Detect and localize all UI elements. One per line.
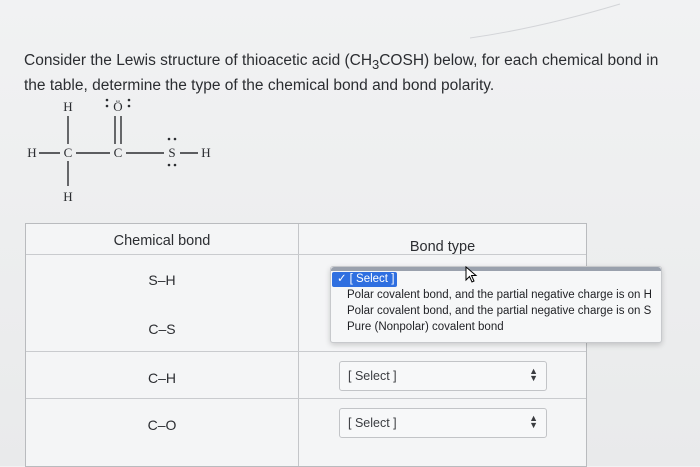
bond-label: C–O [147,417,177,433]
select-top-edge [331,267,661,271]
bond-type-select-co[interactable]: [ Select ] ▲ ▼ [339,408,547,438]
question-text-part1: Consider the Lewis structure of thioacet… [24,52,373,69]
checkmark-icon: ✓ [337,273,347,285]
atom-c2: C [114,145,123,160]
lone-pair-dot [105,98,109,102]
bond-label: C–H [147,370,176,386]
up-down-arrows-icon: ▲ ▼ [529,366,538,383]
bond-label: C–S [148,321,176,337]
bond-table: Chemical bond Bond type S–H C–S C–H C–O … [25,223,587,467]
header-chemical-bond: Chemical bond [113,233,211,249]
atom-h-top: H [63,99,72,114]
row-divider [26,254,586,255]
atom-h-right: H [201,145,210,160]
atom-s: S [168,145,175,160]
bond-type-select-ch[interactable]: [ Select ] ▲ ▼ [339,361,547,391]
dropdown-option-polar-s[interactable]: Polar covalent bond, and the partial neg… [347,304,655,319]
row-divider [26,351,586,352]
bond-label: S–H [148,272,176,288]
background-stroke [470,3,621,39]
atom-h-left: H [27,145,36,160]
up-down-arrows-icon: ▲ ▼ [529,413,538,430]
dropdown-option-nonpolar[interactable]: Pure (Nonpolar) covalent bond [347,320,655,335]
lone-pair-dot [105,104,109,108]
select-value: [ Select ] [348,416,397,430]
dropdown-option-label: [ Select ] [349,273,395,285]
question-text: Consider the Lewis structure of thioacet… [24,50,674,96]
atom-h-bottom: H [63,189,72,204]
select-value: [ Select ] [348,369,397,383]
mouse-cursor-icon [465,266,478,283]
column-divider [298,224,299,466]
dropdown-option-select[interactable]: ✓[ Select ] [332,272,397,287]
header-bond-type: Bond type [409,239,476,255]
bond-type-dropdown-open[interactable]: ✓[ Select ] Polar covalent bond, and the… [330,266,662,343]
atom-c1: C [64,145,73,160]
lewis-structure: H Ö H C C S H H [27,98,211,204]
lone-pair-dot [173,163,177,167]
lone-pair-dot [167,137,171,141]
lone-pair-dot [167,163,171,167]
row-divider [26,398,586,399]
dropdown-option-polar-h[interactable]: Polar covalent bond, and the partial neg… [347,288,655,303]
atom-o: Ö [113,99,122,114]
lone-pair-dot [127,98,131,102]
lone-pair-dot [173,137,177,141]
lone-pair-dot [127,104,131,108]
